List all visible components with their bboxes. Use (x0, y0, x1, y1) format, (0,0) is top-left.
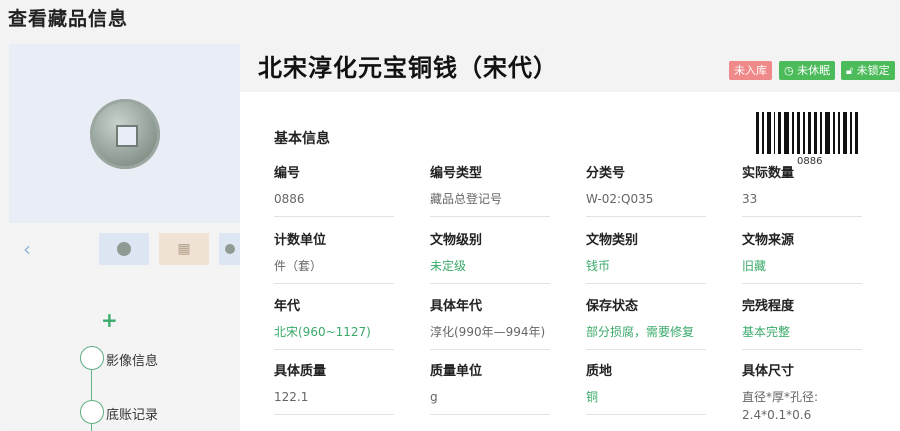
clock-icon: ◷ (784, 64, 798, 77)
field-label: 质量单位 (430, 364, 483, 379)
field-label: 分类号 (586, 166, 626, 181)
field-value: 北宋(960~1127) (274, 323, 394, 350)
thumbnail-1[interactable] (99, 233, 149, 265)
field-label: 具体年代 (430, 299, 483, 314)
storage-status-badge: 未入库 (729, 61, 772, 80)
timeline-item-ledger[interactable]: 底账记录 (106, 404, 158, 423)
info-field: 计数单位件（套） (274, 229, 394, 284)
field-label: 文物级别 (430, 233, 483, 248)
info-field: 具体质量 122.1 (274, 360, 394, 415)
info-field: 实际数量 33 (742, 162, 862, 217)
field-value: 基本完整 (742, 323, 862, 350)
field-value: 淳化(990年—994年) (430, 323, 550, 350)
info-field: 具体年代淳化(990年—994年) (430, 295, 550, 350)
dormant-label: 未休眠 (797, 64, 831, 77)
timeline-item-images[interactable]: 影像信息 (106, 350, 158, 369)
field-label: 编号类型 (430, 166, 483, 181)
field-value: g (430, 388, 550, 415)
field-value: 122.1 (274, 388, 394, 415)
info-field: 文物类别 钱币 (586, 229, 706, 284)
field-label: 编号 (274, 166, 301, 181)
field-label: 质地 (586, 364, 613, 379)
field-label: 年代 (274, 299, 301, 314)
field-value: 直径*厚*孔径: 2.4*0.1*0.6 (742, 388, 862, 431)
add-icon[interactable]: + (101, 308, 118, 332)
info-field: 文物来源 旧藏 (742, 229, 862, 284)
field-label: 实际数量 (742, 166, 795, 181)
field-value: 旧藏 (742, 257, 862, 284)
thumbnail-3[interactable] (219, 233, 240, 265)
timeline-node[interactable] (80, 346, 104, 370)
field-label: 文物来源 (742, 233, 795, 248)
field-value: 铜 (586, 388, 706, 415)
info-field: 年代北宋(960~1127) (274, 295, 394, 350)
left-panel: ‹ ▦ + 影像信息 底账记录 (9, 44, 240, 431)
field-value: W-02:Q035 (586, 190, 706, 217)
thumbnail-2[interactable]: ▦ (159, 233, 209, 265)
item-header: 北宋淳化元宝铜钱（宋代） 未入库 ◷ 未休眠 🔓︎ 未锁定 (240, 44, 900, 92)
barcode (756, 112, 861, 154)
coin-thumb-icon (224, 244, 235, 254)
field-value: 钱币 (586, 257, 706, 284)
field-label: 具体尺寸 (742, 364, 795, 379)
info-field: 具体尺寸直径*厚*孔径: 2.4*0.1*0.6 (742, 360, 862, 431)
basic-info-card: 基本信息 0886 编号 0886 编号类型 藏品总登记号 分类号 W-02:Q035 实际… (240, 92, 900, 431)
field-label: 文物类别 (586, 233, 639, 248)
lock-label: 未锁定 (856, 64, 890, 77)
info-field: 文物级别 未定级 (430, 229, 550, 284)
field-value: 0886 (274, 190, 394, 217)
info-field: 分类号 W-02:Q035 (586, 162, 706, 217)
thumbnail-strip: ‹ ▦ (9, 231, 240, 267)
field-label: 计数单位 (274, 233, 327, 248)
lock-status-badge: 🔓︎ 未锁定 (841, 61, 895, 80)
info-field: 完残程度 基本完整 (742, 295, 862, 350)
coin-thumb-icon (117, 242, 131, 256)
image-icon: ▦ (177, 241, 191, 257)
info-field: 保存状态部分损腐，需要修复 (586, 295, 706, 350)
info-field: 编号类型藏品总登记号 (430, 162, 550, 217)
field-value: 33 (742, 190, 862, 217)
info-field: 质量单位 g (430, 360, 550, 415)
item-title: 北宋淳化元宝铜钱（宋代） (258, 54, 558, 82)
page-title: 查看藏品信息 (8, 8, 129, 30)
dormant-status-badge: ◷ 未休眠 (779, 61, 836, 80)
main-panel: 北宋淳化元宝铜钱（宋代） 未入库 ◷ 未休眠 🔓︎ 未锁定 基本信息 0886 … (240, 44, 900, 431)
field-label: 保存状态 (586, 299, 639, 314)
field-label: 具体质量 (274, 364, 327, 379)
coin-image (89, 98, 160, 169)
field-value: 件（套） (274, 257, 394, 284)
lock-icon: 🔓︎ (846, 64, 857, 77)
info-field: 质地铜 (586, 360, 706, 415)
section-title: 基本信息 (274, 131, 330, 147)
field-label: 完残程度 (742, 299, 795, 314)
field-value: 未定级 (430, 257, 550, 284)
field-value: 藏品总登记号 (430, 190, 550, 217)
chevron-left-icon[interactable]: ‹ (23, 237, 31, 261)
info-field: 编号 0886 (274, 162, 394, 217)
field-value: 部分损腐，需要修复 (586, 323, 706, 350)
timeline-node[interactable] (80, 400, 104, 424)
item-photo[interactable] (9, 44, 240, 223)
